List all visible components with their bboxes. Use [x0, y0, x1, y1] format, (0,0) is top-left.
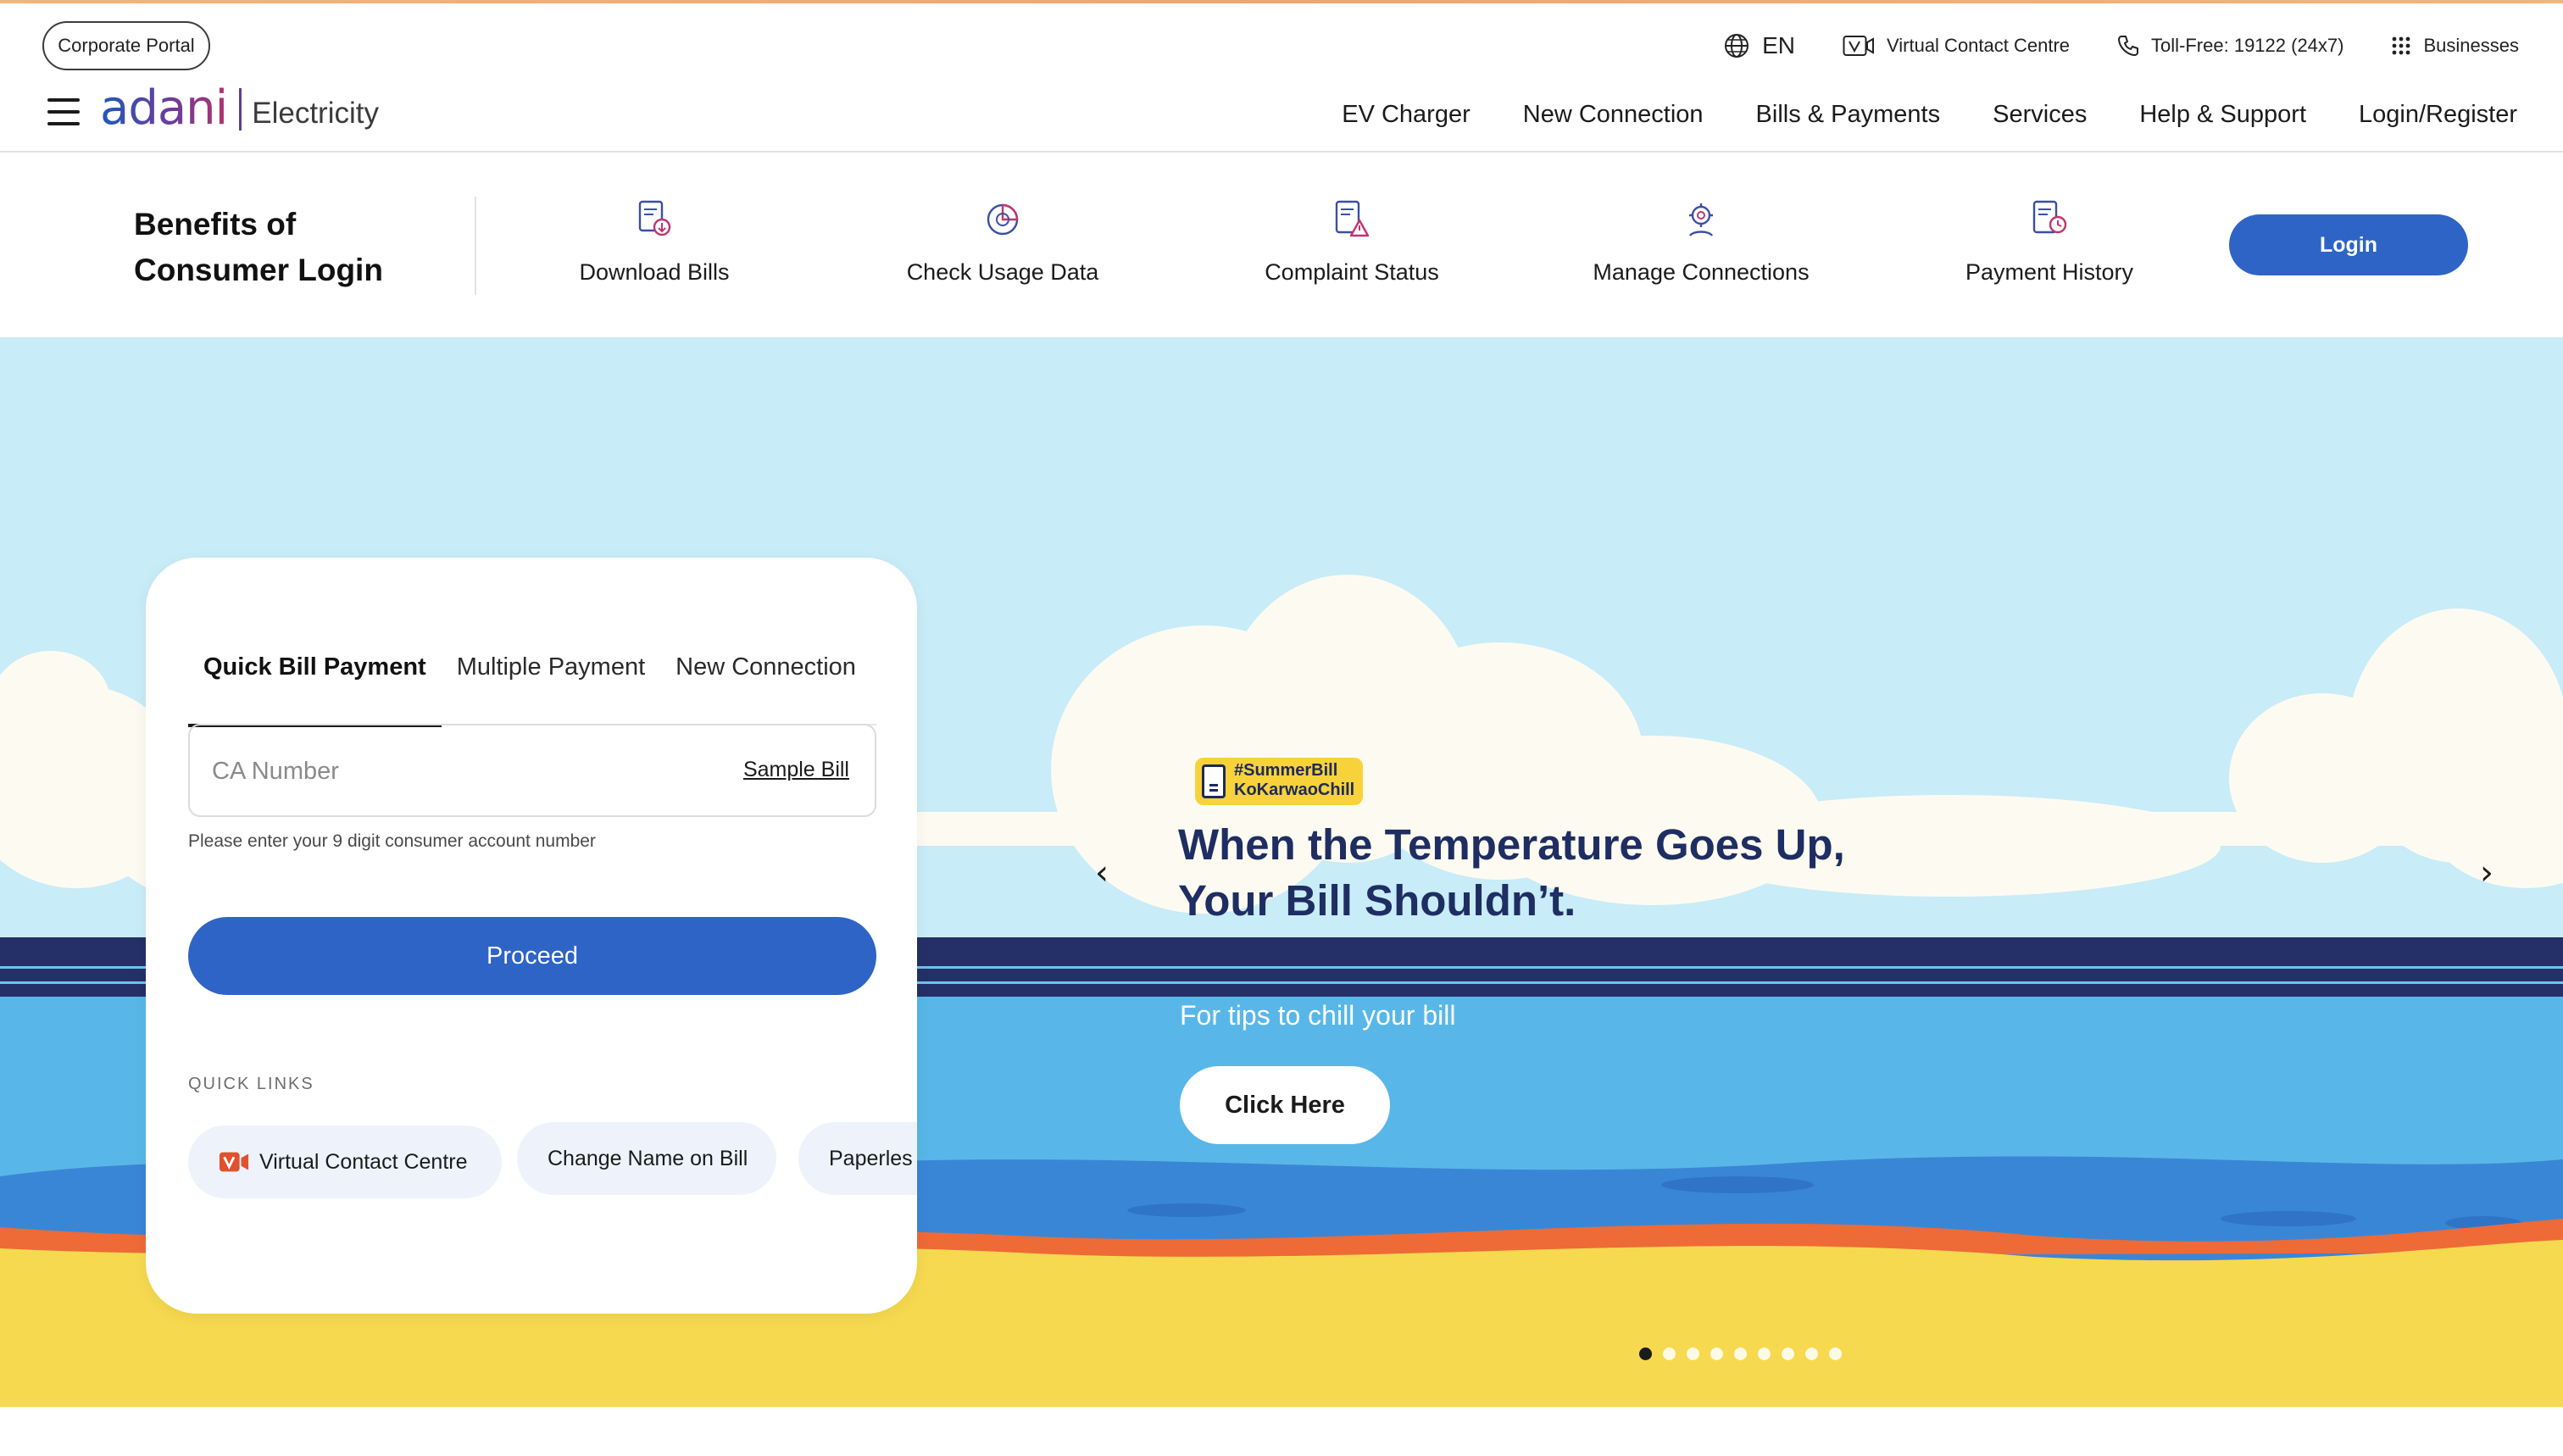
grid-dots-icon [2393, 36, 2410, 55]
login-button[interactable]: Login [2229, 214, 2468, 275]
carousel-dot[interactable] [1734, 1348, 1747, 1360]
benefit-download-bills[interactable]: Download Bills [502, 197, 807, 286]
virtual-contact-label: Virtual Contact Centre [1886, 35, 2071, 56]
nav-bills-payments[interactable]: Bills & Payments [1756, 101, 1941, 129]
ca-number-hint: Please enter your 9 digit consumer accou… [188, 831, 596, 851]
click-here-button[interactable]: Click Here [1180, 1066, 1390, 1144]
nav-new-connection[interactable]: New Connection [1523, 101, 1704, 129]
logo-wordmark: adani [100, 81, 228, 136]
bill-tag-icon [1202, 764, 1226, 798]
usage-chart-icon [987, 203, 1019, 236]
benefit-label: Download Bills [579, 259, 730, 285]
carousel-prev-icon[interactable]: ‹ [1085, 853, 1119, 892]
carousel-dot[interactable] [1758, 1348, 1771, 1360]
quick-link-label: Paperles [829, 1146, 913, 1170]
logo-subtitle: Electricity [252, 97, 379, 130]
hero-heading-line-2: Your Bill Shouldn’t. [1178, 876, 1576, 925]
main-nav: EV Charger New Connection Bills & Paymen… [1342, 93, 2517, 136]
toll-free-link[interactable]: Toll-Free: 19122 (24x7) [2117, 35, 2343, 57]
benefit-label: Manage Connections [1593, 259, 1810, 285]
tab-quick-bill-payment[interactable]: Quick Bill Payment [188, 609, 442, 727]
phone-icon [2118, 36, 2139, 56]
carousel-dot[interactable] [1687, 1348, 1699, 1360]
tag-line-1: #SummerBill [1234, 761, 1338, 780]
toll-free-label: Toll-Free: 19122 (24x7) [2151, 35, 2344, 56]
quick-link-virtual-contact[interactable]: Virtual Contact Centre [188, 1125, 502, 1198]
nav-services[interactable]: Services [1993, 101, 2087, 129]
top-accent-line [0, 0, 2563, 3]
benefit-label: Complaint Status [1265, 259, 1439, 285]
adani-electricity-logo[interactable]: adani Electricity [100, 83, 379, 134]
benefit-label: Payment History [1965, 259, 2134, 285]
quick-pay-card: Quick Bill Payment Multiple Payment New … [146, 558, 917, 1314]
benefits-divider [475, 197, 476, 295]
language-selector[interactable]: EN [1723, 32, 1795, 59]
nav-help-support[interactable]: Help & Support [2139, 101, 2306, 129]
benefit-check-usage[interactable]: Check Usage Data [850, 197, 1155, 286]
hamburger-menu-icon[interactable] [47, 98, 80, 125]
ca-number-input[interactable] [212, 751, 687, 792]
benefit-label: Check Usage Data [906, 259, 1099, 285]
utility-bar: EN Virtual Contact Centre Toll-Free: 191… [1723, 25, 2519, 66]
globe-icon [1725, 34, 1749, 58]
payment-history-icon [2032, 200, 2067, 234]
manage-connections-icon [1689, 203, 1713, 236]
hero-heading-line-1: When the Temperature Goes Up, [1178, 820, 1845, 869]
carousel-dot[interactable] [1829, 1348, 1842, 1360]
carousel-dot[interactable] [1805, 1348, 1818, 1360]
businesses-link[interactable]: Businesses [2391, 35, 2519, 57]
logo-separator [239, 88, 242, 131]
tab-new-connection[interactable]: New Connection [660, 609, 871, 725]
nav-login-register[interactable]: Login/Register [2359, 101, 2517, 129]
hero-heading: When the Temperature Goes Up, Your Bill … [1178, 817, 1941, 929]
carousel-dot[interactable] [1639, 1348, 1652, 1360]
quick-link-label: Change Name on Bill [548, 1146, 748, 1170]
payment-tabs: Quick Bill Payment Multiple Payment New … [188, 609, 876, 727]
carousel-dot[interactable] [1710, 1348, 1723, 1360]
quick-link-label: Virtual Contact Centre [259, 1149, 468, 1174]
tag-line-2: KoKarwaoChill [1234, 781, 1355, 799]
complaint-icon [1335, 200, 1370, 237]
benefit-payment-history[interactable]: Payment History [1897, 197, 2202, 286]
businesses-label: Businesses [2423, 35, 2519, 56]
page-bottom-strip [0, 1407, 2563, 1456]
benefits-title: Benefits of Consumer Login [134, 207, 383, 287]
tab-multiple-payment[interactable]: Multiple Payment [442, 609, 660, 725]
carousel-dot[interactable] [1782, 1348, 1794, 1360]
nav-ev-charger[interactable]: EV Charger [1342, 101, 1471, 129]
video-call-icon [219, 1150, 249, 1174]
benefit-complaint-status[interactable]: Complaint Status [1199, 197, 1504, 286]
language-label: EN [1762, 32, 1795, 58]
carousel-dot[interactable] [1663, 1348, 1676, 1360]
carousel-next-icon[interactable]: › [2470, 853, 2504, 892]
download-bill-icon [638, 200, 671, 236]
carousel-dots [1639, 1348, 1842, 1360]
header-divider [0, 151, 2563, 153]
virtual-contact-link[interactable]: Virtual Contact Centre [1843, 35, 2070, 57]
proceed-button[interactable]: Proceed [188, 917, 876, 995]
summer-bill-tag: #SummerBill KoKarwaoChill [1195, 758, 1364, 805]
quick-links-label: QUICK LINKS [188, 1075, 314, 1093]
sample-bill-link[interactable]: Sample Bill [743, 758, 849, 782]
quick-link-paperless[interactable]: Paperles [798, 1122, 917, 1195]
hero-subtext: For tips to chill your bill [1180, 1000, 1456, 1031]
ca-number-field: Sample Bill [188, 724, 876, 817]
quick-link-change-name[interactable]: Change Name on Bill [517, 1122, 776, 1195]
benefit-manage-connections[interactable]: Manage Connections [1548, 197, 1854, 286]
corporate-portal-button[interactable]: Corporate Portal [42, 21, 210, 70]
quick-links-row: Virtual Contact Centre Change Name on Bi… [188, 1122, 917, 1198]
video-call-icon [1843, 36, 1874, 56]
